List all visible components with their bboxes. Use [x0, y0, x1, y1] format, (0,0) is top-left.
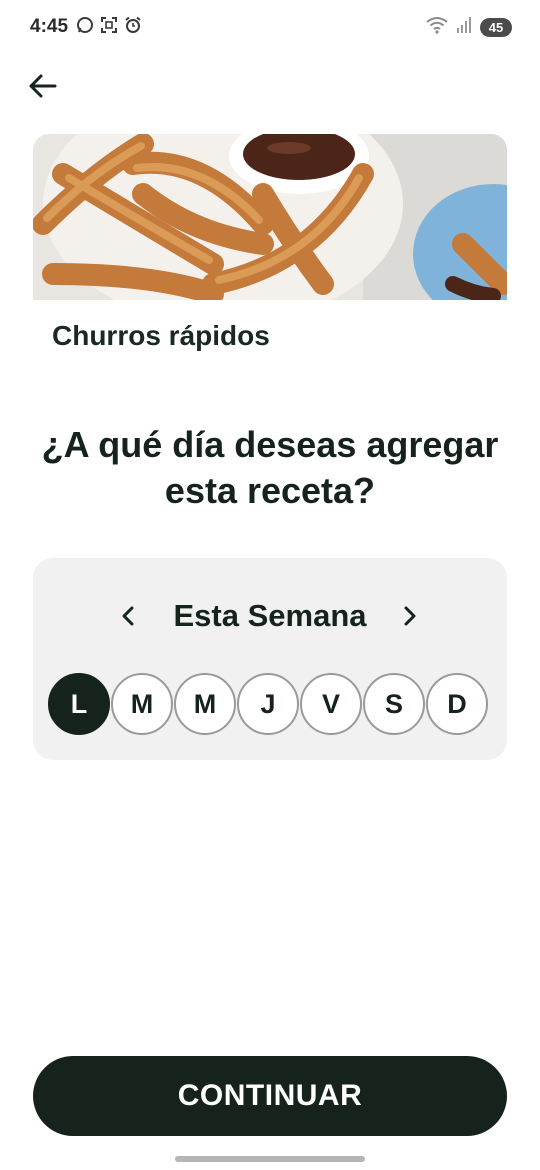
status-bar: 4:45 45 [0, 0, 540, 56]
day-button-lunes[interactable]: L [48, 673, 110, 735]
recipe-title: Churros rápidos [52, 320, 270, 351]
chevron-right-icon [404, 606, 416, 626]
status-icons-right: 45 [426, 16, 512, 39]
week-picker: Esta Semana L M M J V S D [33, 558, 507, 760]
whatsapp-icon [76, 16, 94, 34]
battery-indicator: 45 [480, 18, 512, 37]
page-title: ¿A qué día deseas agregar esta receta? [41, 424, 499, 511]
previous-week-button[interactable] [111, 598, 147, 634]
day-button-jueves[interactable]: J [237, 673, 299, 735]
next-week-button[interactable] [391, 598, 427, 634]
alarm-icon [124, 16, 142, 34]
day-button-domingo[interactable]: D [426, 673, 488, 735]
wifi-icon [426, 16, 448, 39]
day-selector: L M M J V S D [48, 673, 492, 735]
arrow-left-icon [29, 74, 57, 98]
day-button-martes[interactable]: M [111, 673, 173, 735]
week-navigation: Esta Semana [33, 594, 507, 638]
status-time: 4:45 [30, 16, 69, 37]
continue-button[interactable]: CONTINUAR [33, 1056, 507, 1136]
home-indicator[interactable] [175, 1156, 365, 1162]
status-icons-left [76, 16, 142, 34]
chevron-left-icon [122, 606, 134, 626]
day-button-viernes[interactable]: V [300, 673, 362, 735]
week-label: Esta Semana [173, 598, 367, 633]
back-button[interactable] [24, 68, 60, 104]
screenshot-icon [100, 16, 118, 34]
signal-icon [456, 16, 472, 39]
day-button-miercoles[interactable]: M [174, 673, 236, 735]
recipe-image [33, 134, 507, 300]
day-button-sabado[interactable]: S [363, 673, 425, 735]
